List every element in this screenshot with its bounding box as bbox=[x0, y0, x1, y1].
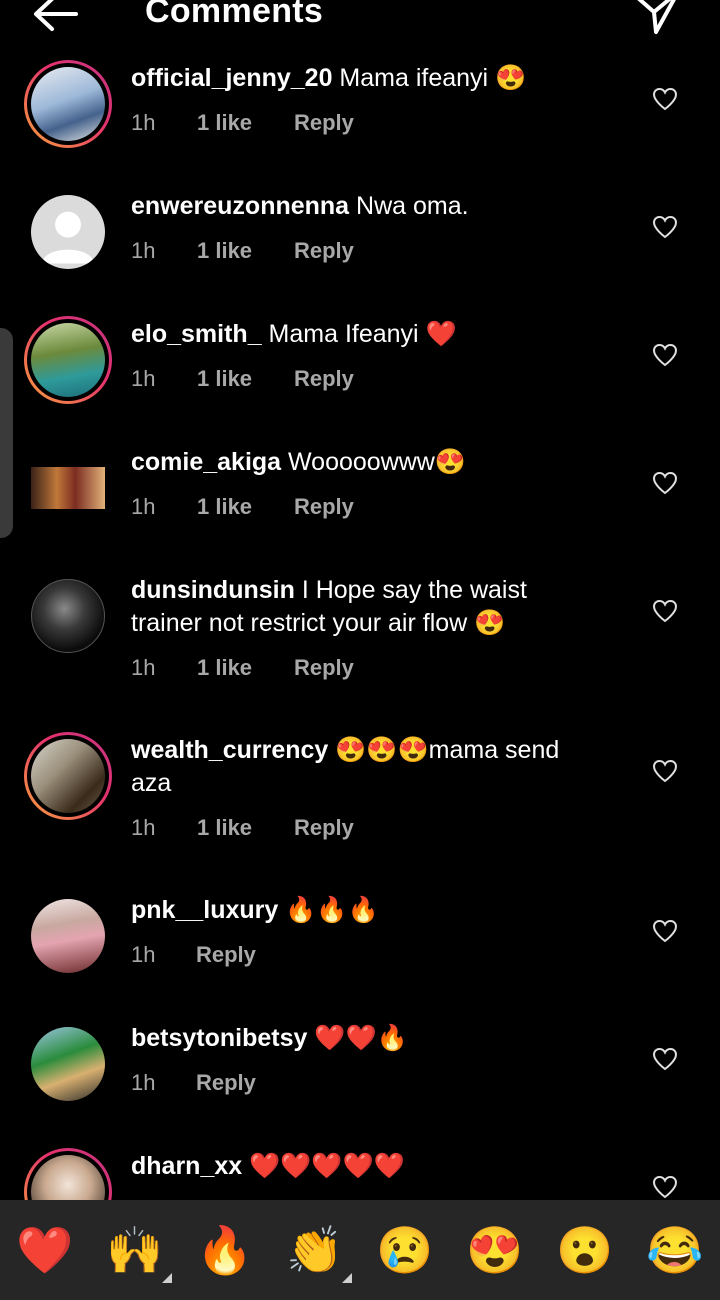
like-heart-icon[interactable] bbox=[652, 87, 678, 111]
comment-time: 1h bbox=[131, 942, 156, 967]
comment-text: Mama Ifeanyi ❤️ bbox=[261, 320, 457, 348]
reply-button[interactable]: Reply bbox=[294, 238, 354, 264]
comment-list: official_jenny_20 Mama ifeanyi 😍 1h 1 li… bbox=[0, 0, 720, 1200]
reply-button[interactable]: Reply bbox=[294, 110, 354, 136]
skin-tone-indicator-icon bbox=[342, 1273, 352, 1283]
reaction-fire[interactable]: 🔥 bbox=[195, 1222, 255, 1278]
page-title: Comments bbox=[145, 0, 324, 30]
comment-username[interactable]: wealth_currency bbox=[131, 736, 328, 764]
back-arrow-icon[interactable] bbox=[28, 0, 88, 40]
like-heart-icon[interactable] bbox=[652, 343, 678, 367]
send-icon[interactable] bbox=[634, 0, 682, 40]
header: Comments bbox=[0, 0, 720, 60]
avatar[interactable] bbox=[24, 732, 112, 820]
reply-button[interactable]: Reply bbox=[196, 1070, 256, 1096]
reply-button[interactable]: Reply bbox=[294, 494, 354, 520]
like-heart-icon[interactable] bbox=[652, 1175, 678, 1199]
comment-text: Mama ifeanyi 😍 bbox=[332, 64, 527, 92]
reaction-heart-eyes[interactable]: 😍 bbox=[465, 1222, 525, 1278]
comment-username[interactable]: betsytonibetsy bbox=[131, 1024, 307, 1052]
comment-time: 1h bbox=[131, 494, 156, 519]
quick-reaction-bar: ❤️ 🙌 🔥 👏 😢 😍 😮 😂 bbox=[0, 1200, 720, 1300]
reply-button[interactable]: Reply bbox=[294, 366, 354, 392]
like-heart-icon[interactable] bbox=[652, 1047, 678, 1071]
reply-button[interactable]: Reply bbox=[294, 655, 354, 681]
comment-text: Wooooowww😍 bbox=[281, 448, 466, 476]
avatar[interactable] bbox=[24, 316, 112, 404]
reply-button[interactable]: Reply bbox=[294, 815, 354, 841]
comment-username[interactable]: elo_smith_ bbox=[131, 320, 262, 348]
comment-text: 🔥🔥🔥 bbox=[278, 896, 379, 924]
like-heart-icon[interactable] bbox=[652, 759, 678, 783]
comment-username[interactable]: enwereuzonnenna bbox=[131, 192, 349, 220]
reaction-laughing[interactable]: 😂 bbox=[645, 1222, 705, 1278]
avatar[interactable] bbox=[24, 572, 112, 660]
reply-button[interactable]: Reply bbox=[196, 942, 256, 968]
comment-time: 1h bbox=[131, 815, 156, 840]
comment-username[interactable]: comie_akiga bbox=[131, 448, 281, 476]
comment-text: ❤️❤️❤️❤️❤️ bbox=[242, 1152, 405, 1180]
comment-username[interactable]: official_jenny_20 bbox=[131, 64, 332, 92]
avatar[interactable] bbox=[24, 1020, 112, 1108]
avatar[interactable] bbox=[24, 60, 112, 148]
comment-username[interactable]: pnk__luxury bbox=[131, 896, 278, 924]
like-heart-icon[interactable] bbox=[652, 599, 678, 623]
like-heart-icon[interactable] bbox=[652, 471, 678, 495]
like-heart-icon[interactable] bbox=[652, 215, 678, 239]
avatar[interactable] bbox=[24, 444, 112, 532]
reaction-raised-hands[interactable]: 🙌 bbox=[105, 1222, 165, 1278]
comment-text: Nwa oma. bbox=[349, 192, 469, 220]
comment-time: 1h bbox=[131, 655, 156, 680]
comment-text: ❤️❤️🔥 bbox=[307, 1024, 408, 1052]
default-avatar-icon bbox=[42, 211, 94, 264]
comment-likes[interactable]: 1 like bbox=[197, 110, 252, 136]
reaction-heart[interactable]: ❤️ bbox=[15, 1222, 75, 1278]
comment-time: 1h bbox=[131, 366, 156, 391]
comment-username[interactable]: dunsindunsin bbox=[131, 576, 295, 604]
avatar[interactable] bbox=[24, 188, 112, 276]
comment-likes[interactable]: 1 like bbox=[197, 238, 252, 264]
comment-likes[interactable]: 1 like bbox=[197, 655, 252, 681]
reaction-surprised[interactable]: 😮 bbox=[555, 1222, 615, 1278]
like-heart-icon[interactable] bbox=[652, 919, 678, 943]
comment-time: 1h bbox=[131, 110, 156, 135]
avatar[interactable] bbox=[24, 892, 112, 980]
skin-tone-indicator-icon bbox=[162, 1273, 172, 1283]
avatar[interactable] bbox=[24, 1148, 112, 1200]
comment-likes[interactable]: 1 like bbox=[197, 494, 252, 520]
comment-time: 1h bbox=[131, 238, 156, 263]
comment-likes[interactable]: 1 like bbox=[197, 815, 252, 841]
comment-time: 1h bbox=[131, 1070, 156, 1095]
reaction-clapping[interactable]: 👏 bbox=[285, 1222, 345, 1278]
comment-username[interactable]: dharn_xx bbox=[131, 1152, 242, 1180]
reaction-crying[interactable]: 😢 bbox=[375, 1222, 435, 1278]
comment-likes[interactable]: 1 like bbox=[197, 366, 252, 392]
